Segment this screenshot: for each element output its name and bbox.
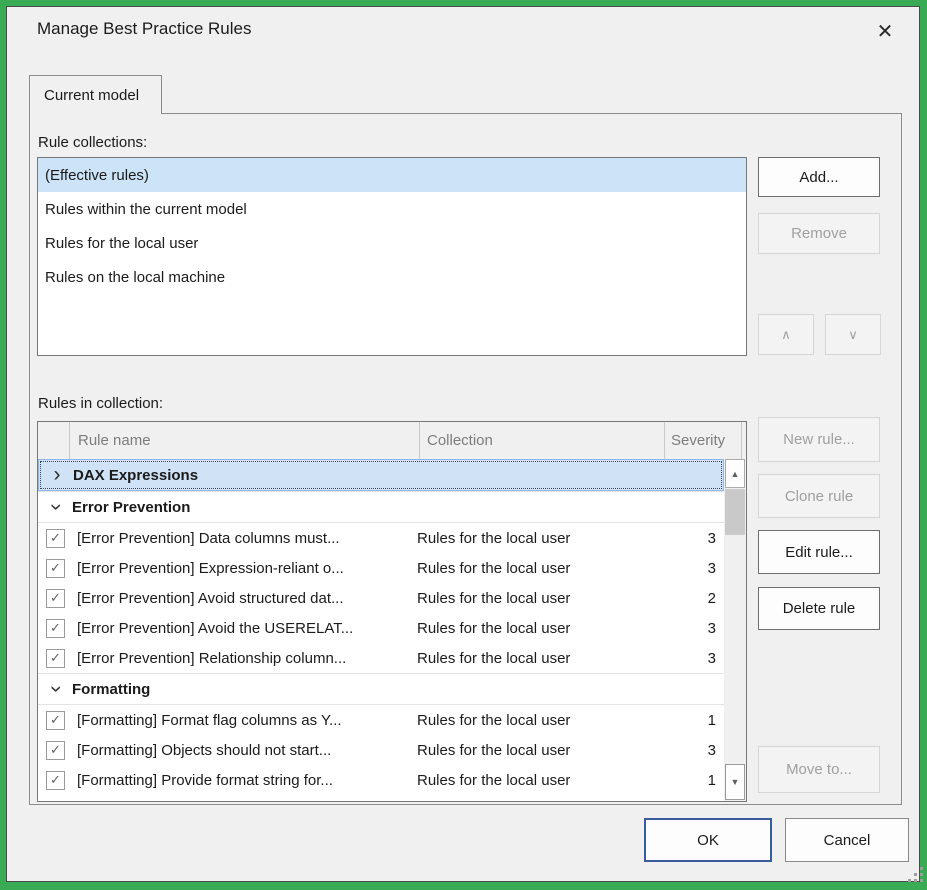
collection-list-item[interactable]: Rules within the current model	[38, 192, 746, 226]
rule-checkbox-cell: ✓	[38, 711, 69, 730]
rule-checkbox-cell: ✓	[38, 619, 69, 638]
rule-collections-listbox[interactable]: (Effective rules)Rules within the curren…	[37, 157, 747, 356]
rule-checkbox[interactable]: ✓	[46, 559, 65, 578]
rule-checkbox[interactable]: ✓	[46, 711, 65, 730]
rule-collection-cell: Rules for the local user	[410, 772, 647, 789]
move-up-button[interactable]: ∧	[758, 314, 814, 355]
rule-group-row[interactable]: › DAX Expressions	[38, 459, 724, 491]
rule-name-cell: [Formatting] Objects should not start...	[69, 742, 410, 759]
rule-checkbox-cell: ✓	[38, 559, 69, 578]
vertical-scrollbar[interactable]: ▲ ▼	[724, 459, 746, 801]
rule-row[interactable]: ✓[Error Prevention] Avoid the USERELAT..…	[38, 613, 724, 643]
rule-row[interactable]: ✓[Error Prevention] Relationship column.…	[38, 643, 724, 673]
rule-group-label: DAX Expressions	[73, 467, 198, 484]
rule-severity-cell: 3	[647, 742, 724, 759]
resize-grip[interactable]	[908, 867, 924, 883]
delete-rule-button[interactable]: Delete rule	[758, 587, 880, 630]
dialog-window: Manage Best Practice Rules ✕ Current mod…	[6, 6, 920, 882]
window-highlight-frame: Manage Best Practice Rules ✕ Current mod…	[0, 0, 927, 890]
rule-row[interactable]: ✓[Error Prevention] Data columns must...…	[38, 523, 724, 553]
rules-table: Rule name Collection Severity › DAX Expre…	[37, 421, 747, 802]
edit-rule-button[interactable]: Edit rule...	[758, 530, 880, 574]
move-to-button[interactable]: Move to...	[758, 746, 880, 793]
rule-name-cell: [Error Prevention] Relationship column..…	[69, 650, 410, 667]
scroll-up-icon[interactable]: ▲	[725, 459, 745, 488]
rule-collection-cell: Rules for the local user	[410, 560, 647, 577]
add-button[interactable]: Add...	[758, 157, 880, 197]
rule-collection-cell: Rules for the local user	[410, 620, 647, 637]
tab-current-model[interactable]: Current model	[29, 75, 162, 114]
rule-row[interactable]: ✓[Formatting] Provide format string for.…	[38, 765, 724, 795]
rule-checkbox-cell: ✓	[38, 649, 69, 668]
rule-checkbox[interactable]: ✓	[46, 771, 65, 790]
rule-group-label: Error Prevention	[72, 499, 190, 516]
rules-in-collection-label: Rules in collection:	[38, 395, 163, 412]
rule-group-row[interactable]: › Error Prevention	[38, 491, 724, 523]
rule-collection-cell: Rules for the local user	[410, 530, 647, 547]
rule-severity-cell: 3	[647, 530, 724, 547]
rule-row[interactable]: ✓[Error Prevention] Expression-reliant o…	[38, 553, 724, 583]
chevron-expanded-icon[interactable]: ›	[48, 681, 64, 697]
rule-severity-cell: 3	[647, 560, 724, 577]
rule-checkbox-cell: ✓	[38, 589, 69, 608]
rule-checkbox-cell: ✓	[38, 771, 69, 790]
rules-table-body: ›DAX Expressions›Error Prevention✓[Error…	[38, 459, 724, 801]
header-rule-name[interactable]: Rule name	[70, 422, 420, 459]
rule-checkbox[interactable]: ✓	[46, 589, 65, 608]
remove-button[interactable]: Remove	[758, 213, 880, 254]
rule-collection-cell: Rules for the local user	[410, 590, 647, 607]
tab-label: Current model	[44, 87, 139, 104]
rule-row[interactable]: ✓[Formatting] Objects should not start..…	[38, 735, 724, 765]
rule-collection-cell: Rules for the local user	[410, 742, 647, 759]
rule-group-label: Formatting	[72, 681, 150, 698]
collection-list-item[interactable]: Rules on the local machine	[38, 260, 746, 294]
rule-row[interactable]: ✓[Error Prevention] Avoid structured dat…	[38, 583, 724, 613]
rule-collection-cell: Rules for the local user	[410, 712, 647, 729]
rule-name-cell: [Error Prevention] Avoid structured dat.…	[69, 590, 410, 607]
rule-name-cell: [Formatting] Provide format string for..…	[69, 772, 410, 789]
dialog-title: Manage Best Practice Rules	[37, 19, 252, 39]
close-icon[interactable]: ✕	[867, 13, 903, 49]
rule-checkbox-cell: ✓	[38, 741, 69, 760]
header-collection[interactable]: Collection	[420, 422, 665, 459]
scrollbar-thumb[interactable]	[725, 489, 745, 535]
rule-checkbox[interactable]: ✓	[46, 619, 65, 638]
header-spacer	[742, 422, 746, 459]
move-down-button[interactable]: ∨	[825, 314, 881, 355]
rule-name-cell: [Error Prevention] Expression-reliant o.…	[69, 560, 410, 577]
rule-collections-label: Rule collections:	[38, 134, 147, 151]
header-severity[interactable]: Severity	[665, 422, 742, 459]
rule-name-cell: [Error Prevention] Data columns must...	[69, 530, 410, 547]
header-checkbox-column	[38, 422, 70, 459]
rule-checkbox[interactable]: ✓	[46, 741, 65, 760]
ok-button[interactable]: OK	[644, 818, 772, 862]
rule-severity-cell: 1	[647, 712, 724, 729]
rule-checkbox[interactable]: ✓	[46, 649, 65, 668]
clone-rule-button[interactable]: Clone rule	[758, 474, 880, 518]
rule-group-row[interactable]: › Formatting	[38, 673, 724, 705]
rule-severity-cell: 3	[647, 620, 724, 637]
rule-name-cell: [Error Prevention] Avoid the USERELAT...	[69, 620, 410, 637]
chevron-expanded-icon[interactable]: ›	[48, 499, 64, 515]
rule-checkbox[interactable]: ✓	[46, 529, 65, 548]
rule-name-cell: [Formatting] Format flag columns as Y...	[69, 712, 410, 729]
new-rule-button[interactable]: New rule...	[758, 417, 880, 462]
rule-row[interactable]: ✓[Formatting] Format flag columns as Y..…	[38, 705, 724, 735]
rule-severity-cell: 2	[647, 590, 724, 607]
scroll-down-icon[interactable]: ▼	[725, 764, 745, 800]
cancel-button[interactable]: Cancel	[785, 818, 909, 862]
collection-list-item[interactable]: (Effective rules)	[38, 158, 746, 192]
collection-list-item[interactable]: Rules for the local user	[38, 226, 746, 260]
rule-severity-cell: 1	[647, 772, 724, 789]
rules-table-header: Rule name Collection Severity	[38, 422, 746, 460]
rule-checkbox-cell: ✓	[38, 529, 69, 548]
rule-collection-cell: Rules for the local user	[410, 650, 647, 667]
rule-severity-cell: 3	[647, 650, 724, 667]
chevron-collapsed-icon[interactable]: ›	[49, 467, 65, 483]
